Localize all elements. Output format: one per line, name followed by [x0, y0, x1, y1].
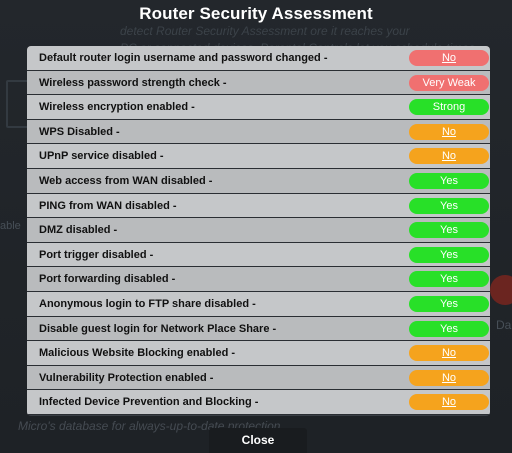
- assessment-label: Port trigger disabled -: [39, 248, 154, 261]
- status-badge: Yes: [409, 172, 489, 189]
- assessment-row: Web access from WAN disabled - Yes: [27, 168, 490, 194]
- assessment-row: Wireless encryption enabled - Strong: [27, 95, 490, 120]
- assessment-row: WPS Disabled - No: [27, 119, 490, 145]
- background-side-text: Da: [496, 318, 512, 332]
- assessment-row: Anonymous login to FTP share disabled - Y…: [27, 291, 490, 317]
- status-badge: Yes: [409, 295, 489, 312]
- status-badge: Yes: [409, 222, 489, 239]
- assessment-row: Port trigger disabled - Yes: [27, 242, 490, 268]
- assessment-row: DMZ disabled - Yes: [27, 218, 490, 243]
- assessment-label: Wireless encryption enabled -: [39, 101, 195, 114]
- assessment-label: DMZ disabled -: [39, 224, 118, 237]
- assessment-label: PING from WAN disabled -: [39, 199, 177, 212]
- status-badge: Yes: [409, 197, 489, 214]
- status-badge: Yes: [409, 246, 489, 263]
- status-badge[interactable]: No: [409, 50, 489, 66]
- assessment-row: Vulnerability Protection enabled - No: [27, 365, 490, 391]
- background-text: detect Router Security Assessment ore it…: [120, 24, 410, 38]
- status-icon: [490, 275, 512, 305]
- assessment-row: Infected Device Prevention and Blocking …: [27, 390, 490, 415]
- assessment-row: UPnP service disabled - No: [27, 144, 490, 169]
- assessment-label: Malicious Website Blocking enabled -: [39, 347, 236, 360]
- assessment-label: Default router login username and passwo…: [39, 52, 328, 64]
- assessment-label: Infected Device Prevention and Blocking …: [39, 396, 259, 409]
- assessment-label: Disable guest login for Network Place Sh…: [39, 322, 277, 335]
- status-badge[interactable]: No: [409, 369, 489, 386]
- status-badge[interactable]: No: [409, 148, 489, 165]
- assessment-label: UPnP service disabled -: [39, 150, 164, 163]
- assessment-row: Disable guest login for Network Place Sh…: [27, 316, 490, 342]
- assessment-row: Wireless password strength check - Very W…: [27, 70, 490, 96]
- assessment-label: Anonymous login to FTP share disabled -: [39, 297, 256, 310]
- status-badge[interactable]: No: [409, 394, 489, 411]
- status-badge[interactable]: No: [409, 345, 489, 362]
- modal-title: Router Security Assessment: [139, 4, 373, 23]
- status-badge: Very Weak: [409, 74, 489, 91]
- assessment-row: Port forwarding disabled - Yes: [27, 267, 490, 292]
- status-badge[interactable]: No: [409, 123, 489, 140]
- assessment-list: Default router login username and passwo…: [27, 46, 490, 416]
- close-button[interactable]: Close: [209, 428, 307, 453]
- assessment-label: Port forwarding disabled -: [39, 273, 176, 286]
- assessment-row: PING from WAN disabled - Yes: [27, 193, 490, 219]
- assessment-row: Malicious Website Blocking enabled - No: [27, 341, 490, 366]
- assessment-label: Wireless password strength check -: [39, 76, 227, 89]
- status-badge: Yes: [409, 271, 489, 288]
- assessment-label: Vulnerability Protection enabled -: [39, 371, 214, 384]
- background-side-text: able: [0, 220, 21, 232]
- assessment-label: Web access from WAN disabled -: [39, 174, 213, 187]
- status-badge: Yes: [409, 320, 489, 337]
- status-badge: Strong: [409, 99, 489, 116]
- assessment-row: Default router login username and passwo…: [27, 46, 490, 71]
- assessment-label: WPS Disabled -: [39, 125, 120, 138]
